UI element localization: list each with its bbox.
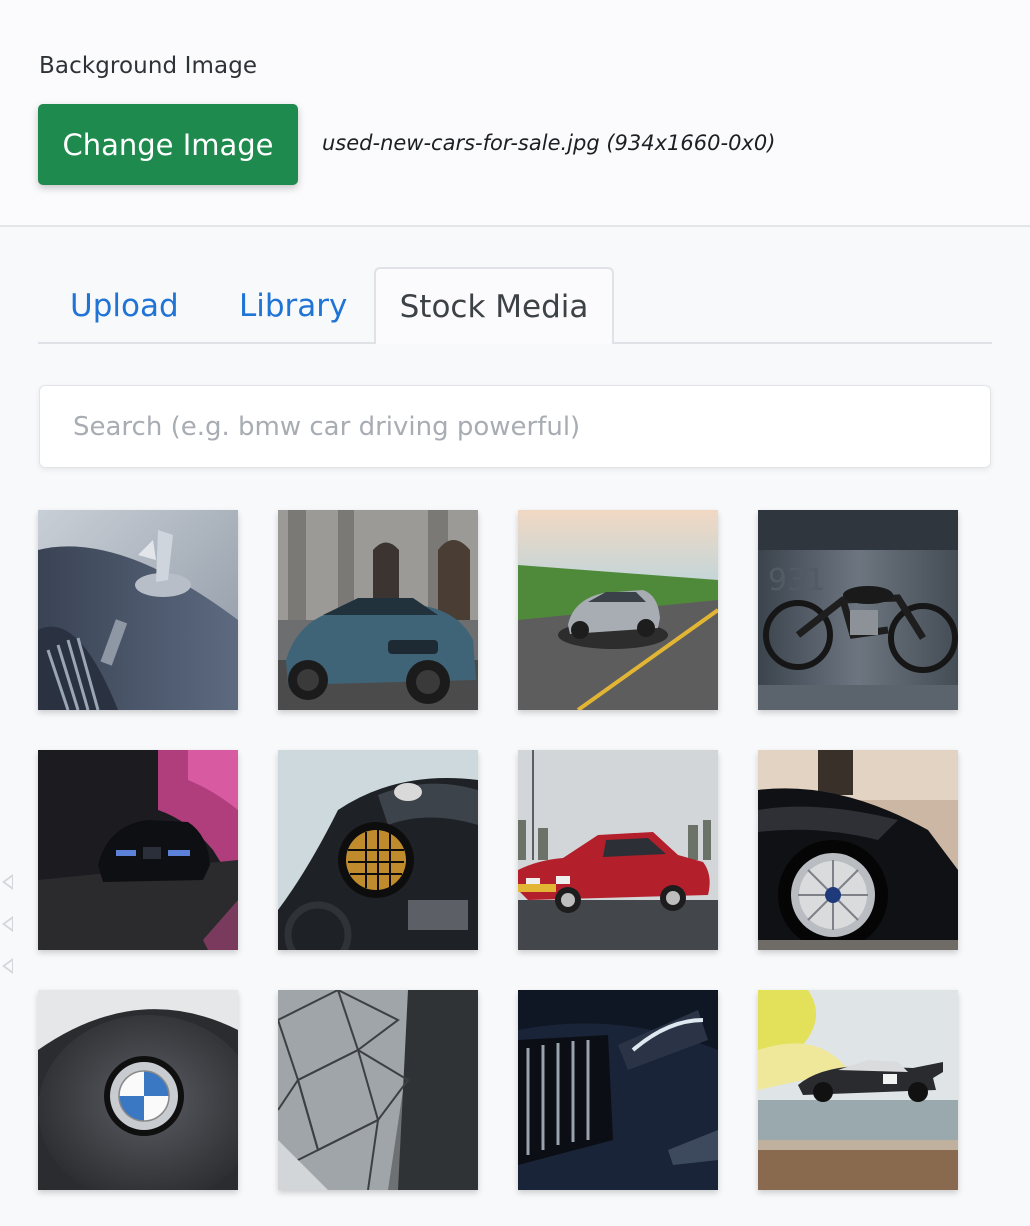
stock-search-input[interactable] (39, 385, 991, 468)
collapse-arrow-icon[interactable] (2, 958, 13, 974)
stock-image-race-car[interactable] (758, 990, 958, 1190)
tab-library[interactable]: Library (239, 284, 347, 328)
stock-image-black-car-wheel[interactable] (758, 750, 958, 950)
steering-wheel-logo-image (38, 990, 238, 1190)
dark-bmw-grille-image (518, 990, 718, 1190)
vintage-motorcycle-image: 931 (758, 510, 958, 710)
stock-image-dark-bmw-grille[interactable] (518, 990, 718, 1190)
red-classic-bmw-image (518, 750, 718, 950)
black-bmw-pink-image (38, 750, 238, 950)
silver-bmw-road-image (518, 510, 718, 710)
race-car-image (758, 990, 958, 1190)
svg-text:931: 931 (768, 563, 825, 598)
stock-image-hood-ornament[interactable] (38, 510, 238, 710)
tab-stock-media[interactable]: Stock Media (374, 267, 614, 344)
motorcycle-headlight-image (278, 750, 478, 950)
stock-image-blue-bmw[interactable] (278, 510, 478, 710)
blue-bmw-image (278, 510, 478, 710)
stock-image-steering-wheel-logo[interactable] (38, 990, 238, 1190)
collapse-arrow-icon[interactable] (2, 874, 13, 890)
background-image-label: Background Image (39, 53, 258, 79)
black-car-wheel-image (758, 750, 958, 950)
current-file-name: used-new-cars-for-sale.jpg (934x1660-0x0… (322, 131, 776, 155)
media-panel: Background Image Change Image used-new-c… (0, 0, 1030, 1226)
collapse-arrow-icon[interactable] (2, 916, 13, 932)
hood-ornament-image (38, 510, 238, 710)
stock-image-black-bmw-pink[interactable] (38, 750, 238, 950)
change-image-button[interactable]: Change Image (38, 104, 298, 185)
stock-image-geometric-glass[interactable] (278, 990, 478, 1190)
stock-image-motorcycle-headlight[interactable] (278, 750, 478, 950)
stock-image-red-classic-bmw[interactable] (518, 750, 718, 950)
tab-upload[interactable]: Upload (70, 284, 179, 328)
stock-image-silver-bmw-road[interactable] (518, 510, 718, 710)
geometric-glass-image (278, 990, 478, 1190)
stock-image-vintage-motorcycle[interactable]: 931 (758, 510, 958, 710)
